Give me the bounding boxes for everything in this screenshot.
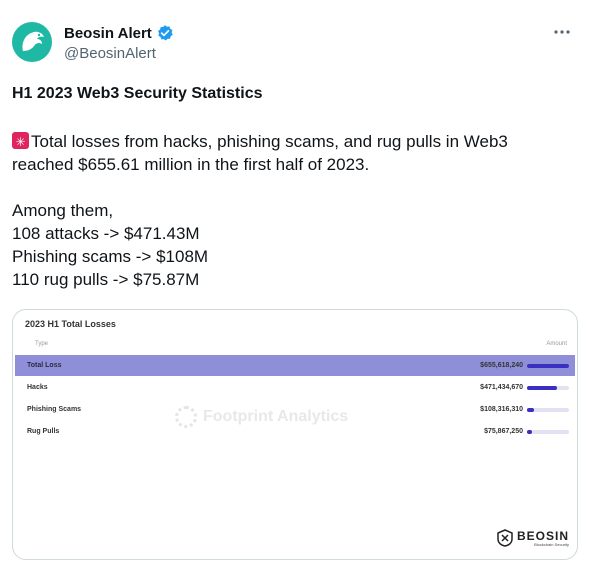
siren-emoji-icon [12, 131, 29, 154]
tweet-body: Total losses from hacks, phishing scams,… [12, 130, 572, 291]
row-amount-label: $471,434,670 [480, 384, 523, 391]
row-type-label: Phishing Scams [27, 406, 82, 413]
eagle-logo-icon [22, 31, 44, 51]
amount-bar-track [527, 363, 569, 368]
table-row: Phishing Scams $108,316,310 [15, 399, 575, 420]
amount-bar-track [527, 429, 569, 434]
more-options-dots [554, 30, 570, 34]
row-amount-label: $655,618,240 [480, 362, 523, 369]
row-type-label: Rug Pulls [27, 428, 60, 435]
table-row: Hacks $471,434,670 [15, 377, 575, 398]
beosin-logo: BEOSIN Blockchain Security [497, 529, 569, 547]
beosin-wordmark: BEOSIN [516, 528, 569, 543]
amount-bar [527, 429, 532, 434]
row-amount-label: $108,316,310 [480, 406, 523, 413]
author-display-name[interactable]: Beosin Alert [64, 25, 152, 42]
row-amount-label: $75,867,250 [484, 428, 523, 435]
media-card[interactable]: 2023 H1 Total Losses Type Amount Footpri… [12, 309, 578, 560]
column-header-amount: Amount [546, 341, 567, 347]
author-name-row[interactable]: Beosin Alert [64, 24, 174, 42]
tweet-line: reached $655.61 million in the first hal… [12, 155, 370, 174]
tweet-list-item: 108 attacks -> $471.43M [12, 224, 200, 243]
tweet-line-text: Total losses from hacks, phishing scams,… [31, 132, 508, 151]
column-header-type: Type [35, 341, 49, 347]
amount-bar-track [527, 385, 569, 390]
avatar[interactable] [12, 22, 52, 62]
tweet-list-item: Phishing scams -> $108M [12, 247, 209, 266]
row-type-label: Total Loss [27, 362, 62, 369]
tweet-title: H1 2023 Web3 Security Statistics [12, 85, 263, 102]
table-row: Total Loss $655,618,240 [15, 355, 575, 376]
table-row: Rug Pulls $75,867,250 [15, 421, 575, 442]
row-type-label: Hacks [27, 384, 48, 391]
verified-badge-icon [157, 25, 173, 41]
beosin-tagline: Blockchain Security [534, 541, 569, 547]
amount-bar-track [527, 407, 569, 412]
amount-bar [527, 385, 558, 390]
ellipsis-icon[interactable] [552, 22, 572, 42]
tweet-line: Total losses from hacks, phishing scams,… [12, 130, 572, 154]
amount-bar [527, 363, 569, 368]
author-handle[interactable]: @BeosinAlert [64, 45, 156, 62]
beosin-shield-icon [497, 529, 513, 547]
card-title: 2023 H1 Total Losses [25, 319, 116, 329]
amount-bar [527, 407, 534, 412]
tweet-list-item: 110 rug pulls -> $75.87M [12, 270, 200, 289]
tweet-line: Among them, [12, 201, 114, 220]
